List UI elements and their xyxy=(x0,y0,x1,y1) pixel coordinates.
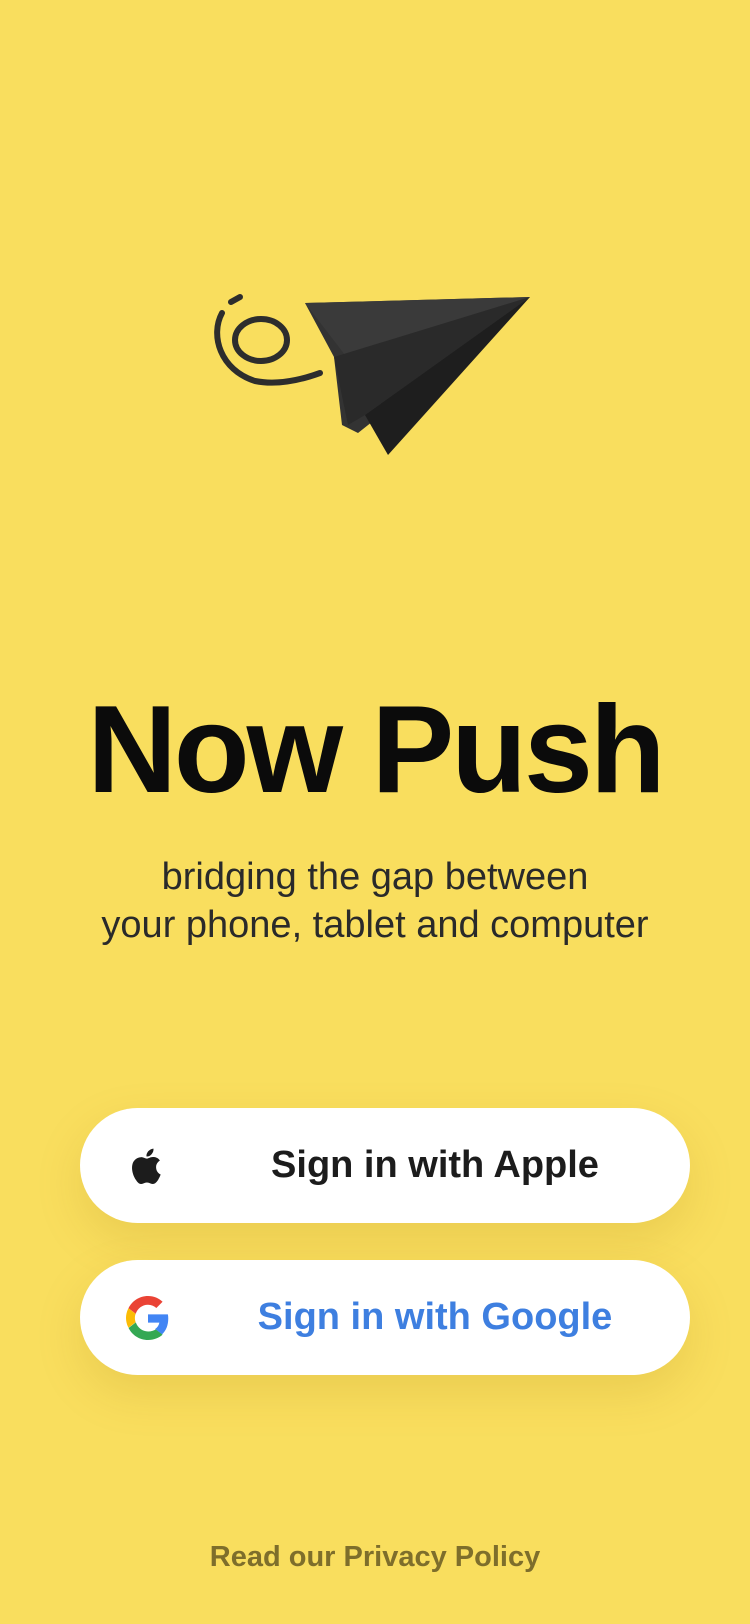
google-icon xyxy=(126,1296,170,1340)
apple-icon xyxy=(126,1144,170,1188)
tagline: bridging the gap between your phone, tab… xyxy=(0,853,750,949)
google-button-label: Sign in with Google xyxy=(257,1296,613,1338)
apple-button-label: Sign in with Apple xyxy=(271,1144,599,1186)
tagline-line-2: your phone, tablet and computer xyxy=(101,904,649,946)
sign-in-with-google-button[interactable]: Sign in with Google xyxy=(80,1260,690,1375)
paper-plane-icon xyxy=(210,285,540,485)
privacy-policy-link[interactable]: Read our Privacy Policy xyxy=(0,1541,750,1574)
app-title: Now Push xyxy=(87,681,665,819)
tagline-line-1: bridging the gap between xyxy=(161,856,589,898)
sign-in-with-apple-button[interactable]: Sign in with Apple xyxy=(80,1108,690,1223)
